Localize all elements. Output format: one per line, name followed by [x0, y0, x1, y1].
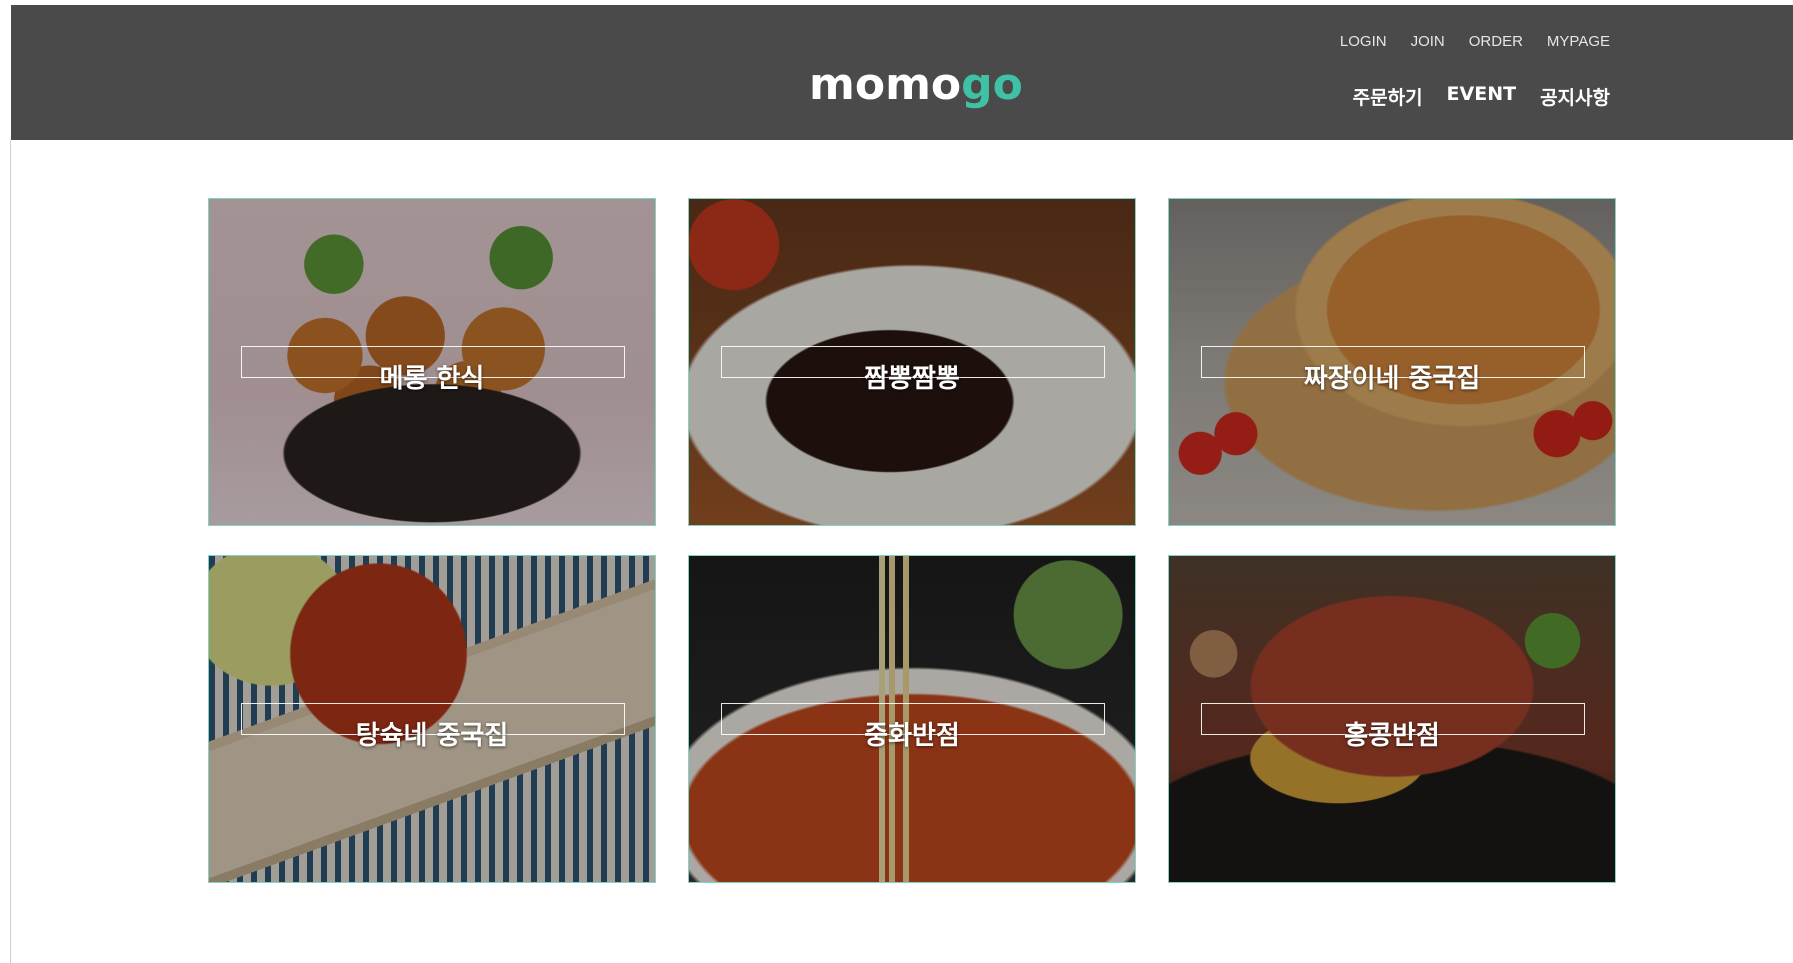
restaurant-name: 홍콩반점	[1344, 721, 1440, 751]
main-nav-order[interactable]: 주문하기	[1353, 83, 1423, 110]
restaurant-card[interactable]: 짬뽕짬뽕	[688, 198, 1136, 526]
restaurant-card[interactable]: 메롱 한식	[208, 198, 656, 526]
join-link[interactable]: JOIN	[1411, 33, 1445, 50]
restaurant-name: 탕슉네 중국집	[355, 721, 509, 751]
utility-nav: LOGIN JOIN ORDER MYPAGE	[1340, 33, 1610, 50]
restaurant-name: 짜장이네 중국집	[1303, 364, 1481, 394]
momogo-logo[interactable]: momogo	[809, 63, 1023, 107]
logo-text-momo: momo	[809, 59, 962, 110]
login-link[interactable]: LOGIN	[1340, 33, 1387, 50]
order-link[interactable]: ORDER	[1469, 33, 1523, 50]
mypage-link[interactable]: MYPAGE	[1547, 33, 1610, 50]
window-left-edge	[10, 140, 11, 963]
restaurant-name: 중화반점	[864, 721, 960, 751]
logo-text-go: go	[961, 59, 1023, 110]
restaurant-card[interactable]: 홍콩반점	[1168, 555, 1616, 883]
restaurant-name: 짬뽕짬뽕	[864, 364, 960, 394]
restaurant-grid: 메롱 한식 짬뽕짬뽕 짜장이네 중국집 탕슉네 중국집 중화반점 홍콩반점	[208, 198, 1616, 883]
site-header: momogo LOGIN JOIN ORDER MYPAGE 주문하기 EVEN…	[11, 5, 1793, 140]
restaurant-name: 메롱 한식	[379, 364, 485, 394]
restaurant-card[interactable]: 중화반점	[688, 555, 1136, 883]
restaurant-card[interactable]: 짜장이네 중국집	[1168, 198, 1616, 526]
main-nav: 주문하기 EVENT 공지사항	[1353, 83, 1610, 110]
main-nav-event[interactable]: EVENT	[1447, 83, 1517, 110]
restaurant-card[interactable]: 탕슉네 중국집	[208, 555, 656, 883]
main-nav-notice[interactable]: 공지사항	[1540, 83, 1610, 110]
